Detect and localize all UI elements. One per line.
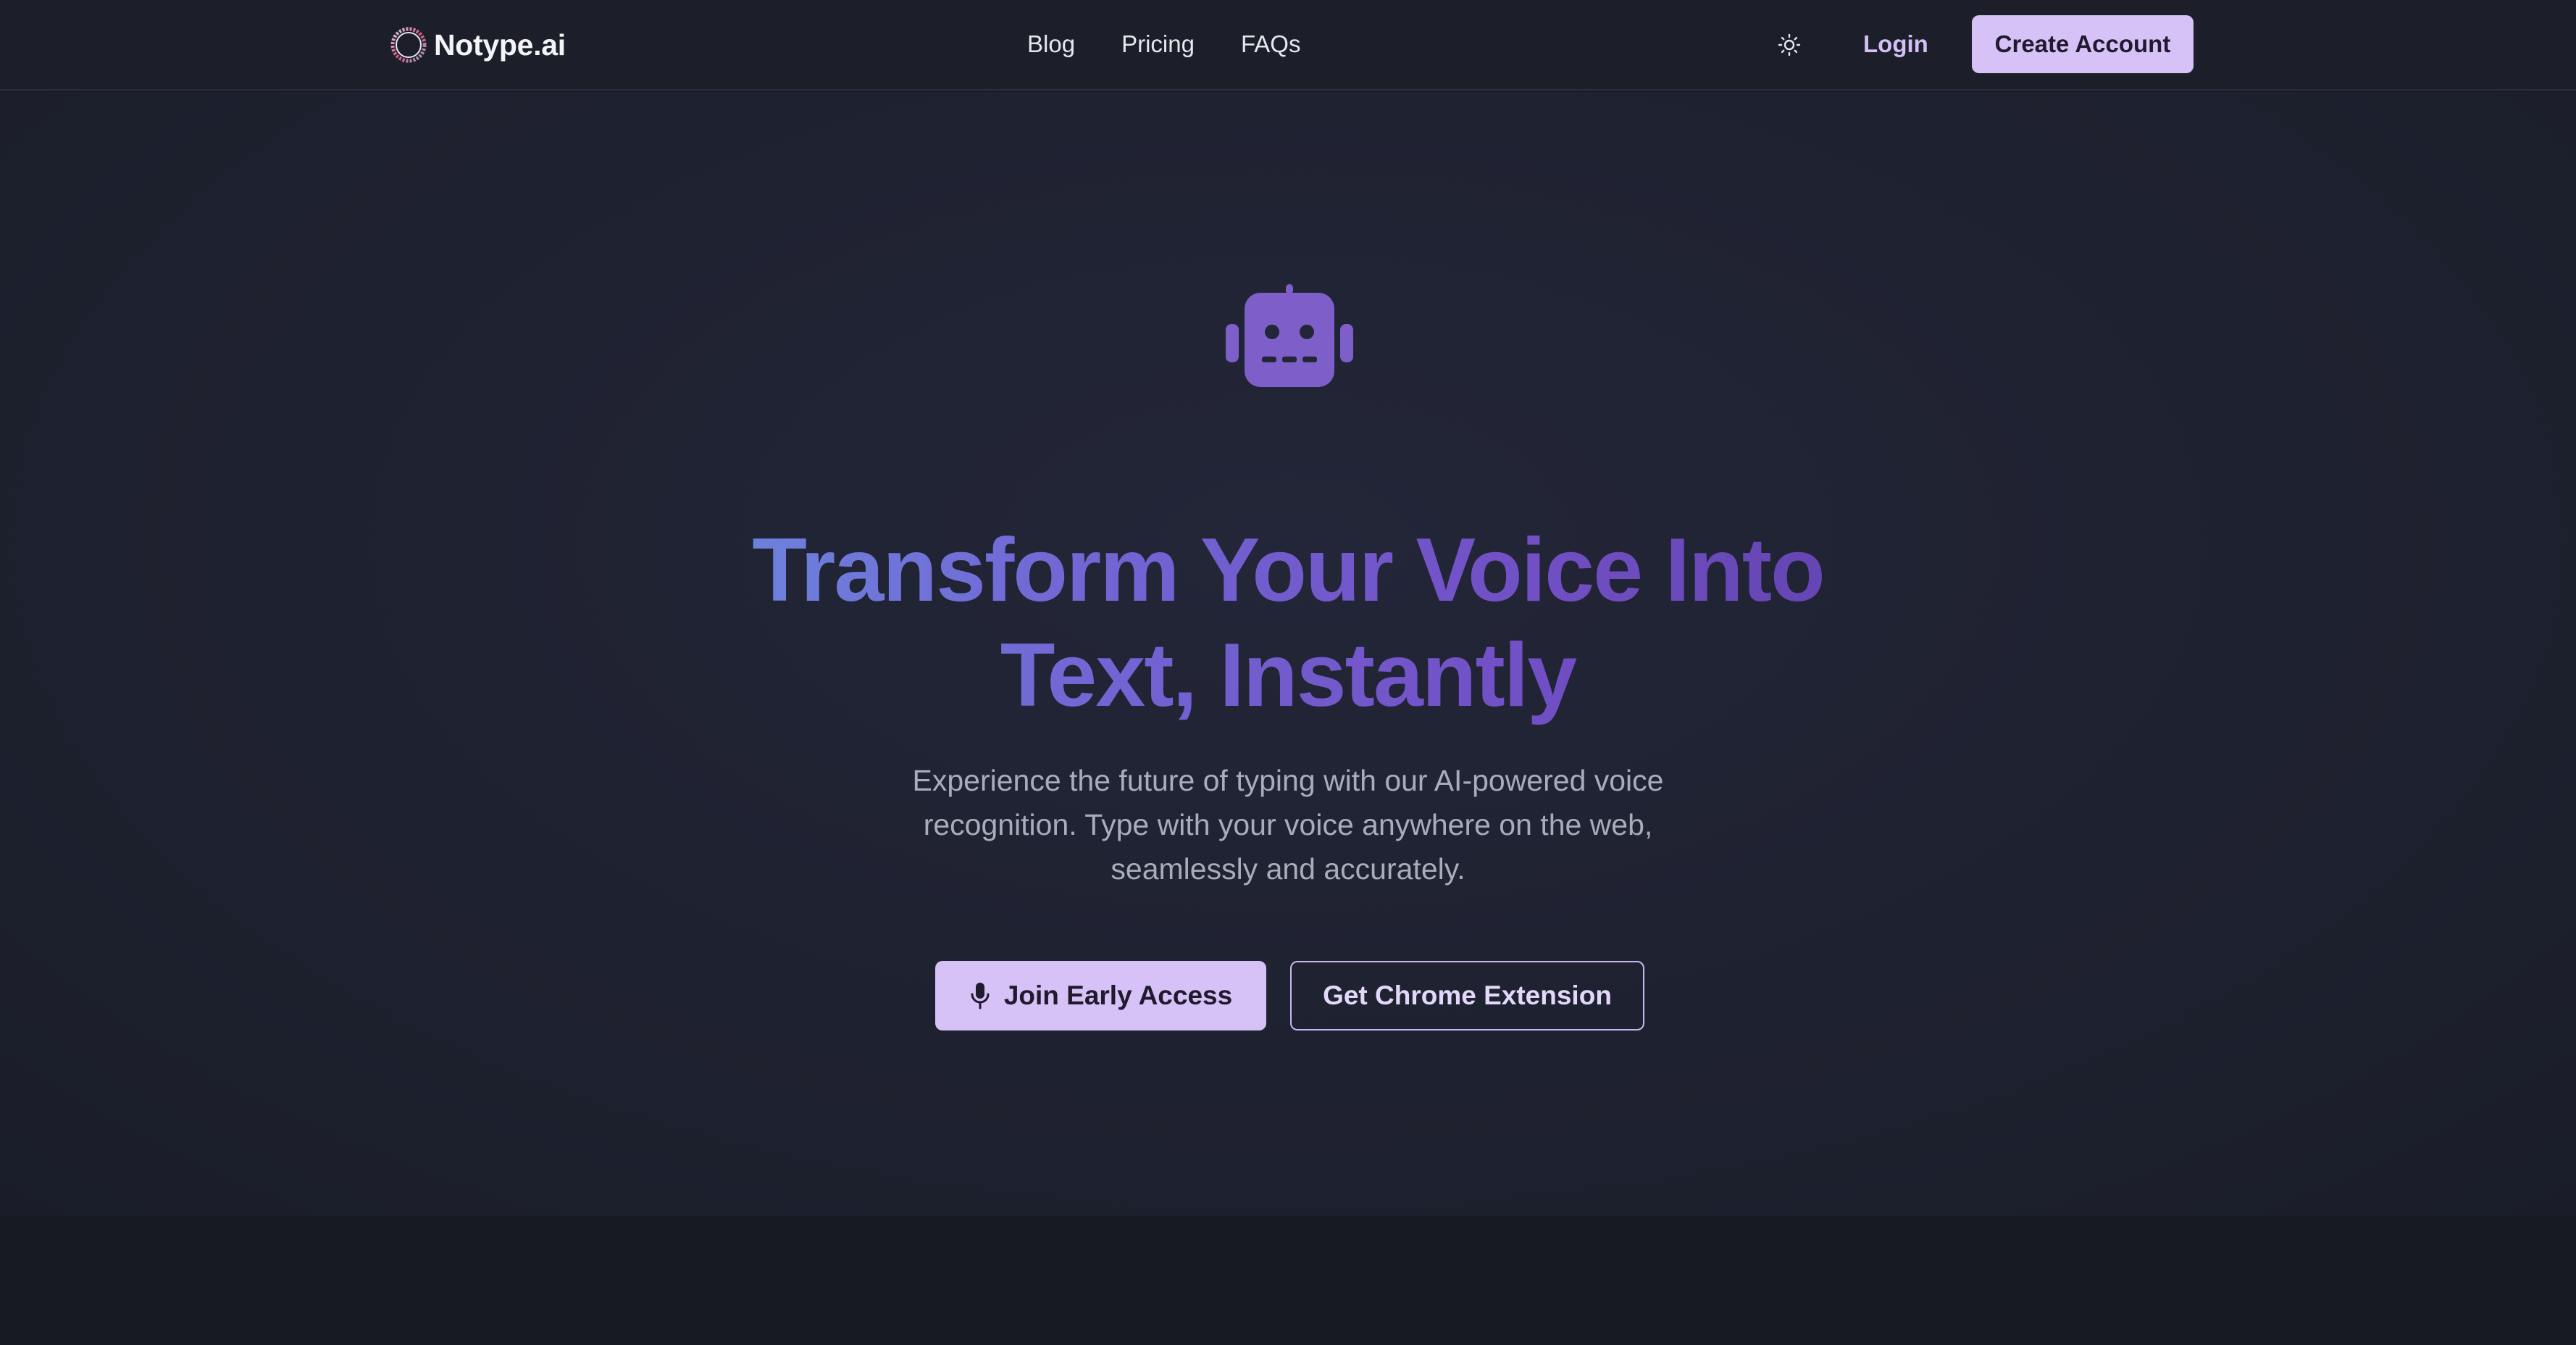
theme-toggle-button[interactable]: [1771, 27, 1807, 63]
nav-link-faqs[interactable]: FAQs: [1241, 26, 1301, 62]
join-early-access-label: Join Early Access: [1003, 980, 1233, 1010]
create-account-button[interactable]: Create Account: [1972, 15, 2194, 73]
ring-logo-icon: [390, 27, 427, 63]
hero-headline-line1: Transform Your Voice Into: [752, 520, 1824, 620]
hero-section: Transform Your Voice Into Text, Instantl…: [0, 92, 2576, 1216]
join-early-access-button[interactable]: Join Early Access: [935, 961, 1266, 1030]
hero-headline: Transform Your Voice Into Text, Instantl…: [564, 518, 2012, 728]
get-chrome-extension-button[interactable]: Get Chrome Extension: [1290, 961, 1644, 1030]
landing-page: Notype.ai Blog Pricing FAQs Login Create…: [0, 0, 2576, 1345]
primary-nav: Blog Pricing FAQs: [1027, 26, 1300, 62]
nav-link-blog[interactable]: Blog: [1027, 26, 1075, 62]
hero-headline-line2: Text, Instantly: [1000, 625, 1576, 725]
next-section-band: [0, 1216, 2576, 1345]
login-link[interactable]: Login: [1863, 26, 1928, 62]
robot-icon: [1226, 284, 1353, 387]
sun-icon: [1778, 33, 1801, 57]
hero-cta-group: Join Early Access Get Chrome Extension: [935, 961, 1644, 1030]
top-navbar: Notype.ai Blog Pricing FAQs Login Create…: [0, 0, 2576, 91]
brand-home-link[interactable]: Notype.ai: [388, 22, 566, 68]
hero-subtitle: Experience the future of typing with our…: [912, 764, 1664, 886]
brand-name: Notype.ai: [434, 28, 566, 62]
microphone-icon: [971, 983, 990, 1009]
nav-link-pricing[interactable]: Pricing: [1121, 26, 1195, 62]
